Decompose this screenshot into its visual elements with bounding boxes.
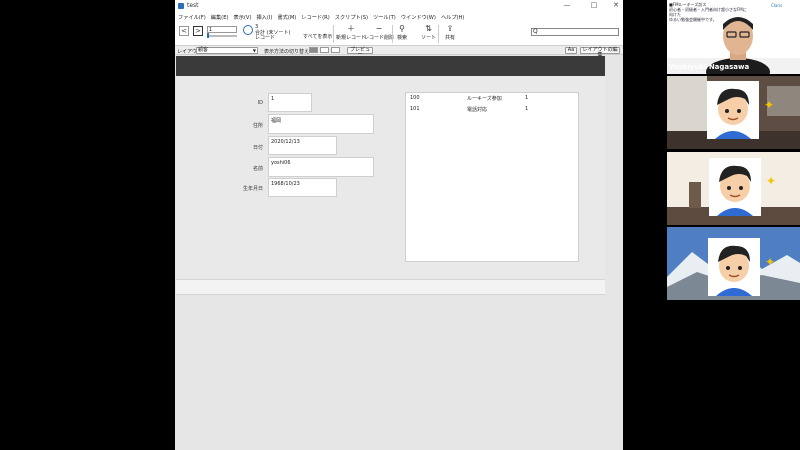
found-set-pie-icon[interactable] [243, 25, 253, 35]
delete-record-button[interactable]: − レコード削除 [364, 24, 395, 42]
new-record-label: 新規レコード [336, 35, 367, 41]
body-part: ID 住所 日付 名前 生年月日 1 福岡 2020/12/13 yoshi06… [176, 76, 605, 279]
find-label: 検索 [397, 35, 408, 41]
menu-window[interactable]: ウインドウ(W) [401, 14, 436, 21]
avatar-card [708, 238, 760, 296]
toolbar-separator [392, 25, 393, 43]
form-view-button[interactable] [309, 47, 318, 53]
quick-find-input[interactable]: Q [531, 28, 619, 36]
record-number-input[interactable]: 1 [207, 26, 237, 33]
field-label-birthdate: 生年月日 [242, 186, 263, 192]
avatar-illustration [716, 245, 752, 296]
sparkle-icon: ✦ [766, 174, 777, 188]
maximize-button[interactable]: □ [589, 1, 599, 11]
field-label-address: 住所 [252, 123, 263, 129]
participant-tile: ✦ [667, 76, 800, 149]
record-label: レコード [255, 35, 276, 41]
find-button[interactable]: ⚲ 検索 [397, 24, 408, 42]
avatar-illustration [715, 88, 751, 139]
screen: test — □ ✕ ファイル(F) 編集(E) 表示(V) 挿入(I) 書式(… [0, 0, 800, 450]
field-address[interactable]: 福岡 [268, 114, 374, 134]
menu-help[interactable]: ヘルプ(H) [441, 14, 465, 21]
field-birthdate[interactable]: 1968/10/23 [268, 178, 337, 197]
participant-name: Yoshiyuki Nagasawa [669, 63, 750, 71]
field-label-name: 名前 [252, 166, 263, 172]
layout-bar: レイアウト: 顧客 ▼ 表示方法の切り替え: プレビュー Aa レイアウトの編集 [175, 46, 623, 58]
portal-qty[interactable]: 1 [525, 106, 528, 112]
text-format-button[interactable]: Aa [565, 47, 577, 54]
share-label: 共有 [445, 35, 456, 41]
field-name[interactable]: yoshi06 [268, 157, 374, 177]
vertical-scrollbar[interactable] [606, 56, 623, 450]
app-icon [178, 3, 184, 9]
search-icon: Q [533, 28, 538, 35]
field-label-date: 日付 [252, 145, 263, 151]
share-icon: ⇪ [446, 24, 454, 33]
find-icon: ⚲ [399, 24, 405, 33]
edit-layout-button[interactable]: レイアウトの編集 [580, 47, 620, 58]
new-record-button[interactable]: ＋ 新規レコード [336, 24, 367, 42]
sparkle-icon: ✦ [764, 98, 775, 112]
avatar-illustration [717, 165, 753, 216]
field-id[interactable]: 1 [268, 93, 312, 112]
menu-insert[interactable]: 挿入(I) [256, 14, 272, 21]
filemaker-window: test — □ ✕ ファイル(F) 編集(E) 表示(V) 挿入(I) 書式(… [175, 0, 623, 450]
next-record-button[interactable]: > [193, 26, 203, 36]
minimize-button[interactable]: — [562, 1, 572, 11]
sparkle-icon: ✦ [765, 255, 776, 269]
sort-button[interactable]: ⇅ ソート [421, 24, 437, 42]
participant-tile: ✦ [667, 152, 800, 225]
avatar-card [707, 81, 759, 139]
aa-label: Aa [567, 47, 575, 53]
portal-row[interactable]: 101 電話対応 1 [406, 104, 580, 114]
show-all-label: すべてを表示 [303, 34, 333, 40]
portal-code[interactable]: 100 [410, 95, 420, 101]
share-button[interactable]: ⇪ 共有 [445, 24, 456, 42]
field-date[interactable]: 2020/12/13 [268, 136, 337, 155]
footer-part [176, 279, 605, 295]
slider-knob[interactable] [207, 33, 209, 38]
window-title: test [187, 2, 199, 9]
previous-record-button[interactable]: < [179, 26, 189, 36]
chevron-down-icon: ▼ [252, 48, 256, 53]
avatar-card [709, 158, 761, 216]
participant-tile: ✦ [667, 227, 800, 300]
portal-code[interactable]: 101 [410, 106, 420, 112]
toolbar-separator [438, 25, 439, 43]
header-part [176, 56, 605, 76]
portal-name[interactable]: 電話対応 [467, 106, 487, 113]
portal-qty[interactable]: 1 [525, 95, 528, 101]
menu-bar: ファイル(F) 編集(E) 表示(V) 挿入(I) 書式(M) レコード(R) … [175, 12, 623, 22]
show-all-button[interactable]: すべてを表示 [303, 34, 332, 40]
menu-records[interactable]: レコード(R) [301, 14, 329, 21]
sort-icon: ⇅ [425, 24, 432, 33]
list-view-button[interactable] [320, 47, 329, 53]
title-bar: test — □ ✕ [175, 0, 623, 12]
portal-name[interactable]: ルーキーズ参加 [467, 95, 502, 102]
status-toolbar: < > 1 3 合計 (未ソート) レコード すべてを表示 ＋ 新規レコード −… [175, 22, 623, 46]
view-as-label: 表示方法の切り替え: [264, 49, 311, 55]
field-label-id: ID [257, 100, 263, 106]
menu-scripts[interactable]: スクリプト(S) [335, 14, 368, 21]
menu-edit[interactable]: 編集(E) [211, 14, 229, 21]
menu-tools[interactable]: ツール(T) [373, 14, 396, 21]
new-record-icon: ＋ [347, 24, 355, 33]
participant-tile-host: ■FMルーキーズ訪ス 初心者・初級者・入門者向け超小さなFMに向けた ゆるい勉強… [667, 0, 800, 74]
portal-row[interactable]: 100 ルーキーズ参加 1 [406, 93, 580, 103]
menu-view[interactable]: 表示(V) [234, 14, 252, 21]
menu-file[interactable]: ファイル(F) [178, 14, 206, 21]
sort-label: ソート [421, 35, 437, 41]
menu-format[interactable]: 書式(M) [277, 14, 296, 21]
layout-select[interactable]: 顧客 ▼ [196, 47, 258, 54]
preview-button[interactable]: プレビュー [347, 47, 373, 58]
record-count: 3 合計 (未ソート) レコード [255, 24, 291, 42]
related-records-portal: 100 ルーキーズ参加 1 101 電話対応 1 [405, 92, 579, 262]
close-button[interactable]: ✕ [611, 1, 621, 11]
toolbar-separator [333, 25, 334, 43]
delete-record-icon: − [375, 24, 383, 33]
record-slider[interactable] [207, 33, 237, 38]
table-view-button[interactable] [331, 47, 340, 53]
delete-record-label: レコード削除 [364, 35, 395, 41]
layout-value: 顧客 [198, 47, 209, 53]
